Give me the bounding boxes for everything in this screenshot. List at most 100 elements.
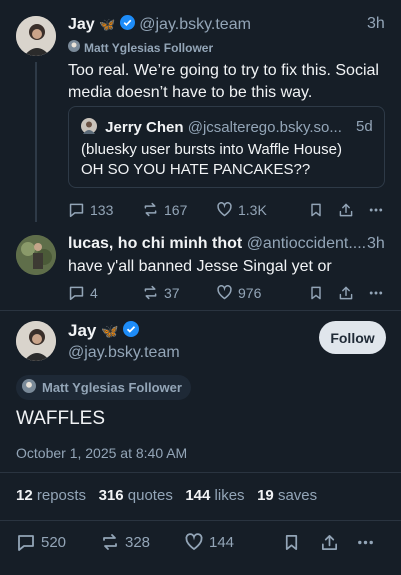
author-name[interactable]: Jay — [68, 16, 95, 33]
follower-avatar-icon — [22, 379, 36, 396]
heart-icon — [217, 202, 232, 217]
reposts-stat[interactable]: 12 reposts — [16, 487, 86, 504]
share-icon — [339, 286, 353, 299]
author-handle[interactable]: @jay.bsky.team — [68, 344, 180, 362]
share-icon — [339, 203, 353, 216]
reply-button[interactable]: 133 — [68, 201, 142, 218]
avatar[interactable] — [16, 16, 56, 56]
post-header: lucas, ho chi minh thot @antioccident...… — [68, 235, 366, 253]
author-handle[interactable]: @antioccident.... — [247, 235, 366, 252]
divider — [0, 472, 401, 473]
like-button[interactable]: 144 — [184, 532, 282, 552]
main-post-actions: 520 328 144 — [16, 532, 375, 552]
share-icon — [321, 534, 338, 550]
heart-icon — [217, 285, 232, 300]
repost-button[interactable]: 328 — [100, 532, 184, 552]
quotes-label: quotes — [127, 487, 173, 504]
post-text: have y'all banned Jesse Singal yet or — [68, 258, 332, 275]
author-name[interactable]: lucas, ho chi minh thot — [68, 235, 242, 252]
like-count: 144 — [209, 533, 235, 551]
post-text-line: Too real. We’re going to try to fix this… — [68, 62, 379, 79]
heart-icon — [185, 533, 203, 551]
divider — [0, 520, 401, 521]
repost-button[interactable]: 167 — [142, 201, 216, 218]
bookmark-button[interactable] — [308, 202, 338, 218]
follower-badge-label: Matt Yglesias Follower — [84, 40, 214, 55]
avatar[interactable] — [16, 235, 56, 275]
follow-button[interactable]: Follow — [319, 321, 386, 354]
post-actions: 133 167 1.3K — [68, 201, 384, 218]
reposts-label: reposts — [36, 487, 87, 504]
follower-badge[interactable]: Matt Yglesias Follower — [16, 375, 191, 400]
more-options-button[interactable] — [356, 533, 375, 552]
follower-avatar-icon — [68, 40, 80, 55]
quote-author-name: Jerry Chen — [105, 118, 184, 136]
more-options-button[interactable] — [368, 285, 384, 301]
saves-stat[interactable]: 19 saves — [257, 487, 317, 504]
bookmark-icon — [311, 203, 321, 216]
saves-label: saves — [277, 487, 318, 504]
like-count: 1.3K — [238, 201, 267, 218]
likes-stat[interactable]: 144 likes — [185, 487, 244, 504]
repost-count: 328 — [125, 533, 151, 551]
post-text: Too real. We’re going to try to fix this… — [68, 60, 379, 104]
saves-number: 19 — [257, 487, 274, 504]
share-button[interactable] — [338, 202, 368, 218]
repost-button[interactable]: 37 — [142, 284, 216, 301]
post-timestamp[interactable]: October 1, 2025 at 8:40 AM — [16, 445, 187, 461]
follower-badge[interactable]: Matt Yglesias Follower — [68, 40, 213, 55]
quote-text-line: (bluesky user bursts into Waffle House) — [81, 141, 342, 158]
more-options-button[interactable] — [368, 202, 384, 218]
share-button[interactable] — [320, 533, 356, 552]
quote-time: 5d — [356, 118, 373, 135]
like-button[interactable]: 1.3K — [216, 201, 308, 218]
thread-line — [35, 62, 37, 222]
reply-button[interactable]: 520 — [16, 532, 100, 552]
quotes-number: 316 — [98, 487, 124, 504]
quote-header: Jerry Chen @jcsalterego.bsky.so... — [81, 118, 342, 138]
reposts-number: 12 — [16, 487, 33, 504]
post-time[interactable]: 3h — [367, 235, 385, 253]
quote-avatar — [81, 118, 97, 138]
repost-icon — [144, 202, 157, 217]
bookmark-button[interactable] — [282, 533, 320, 552]
author-line: Jay 🦋 — [68, 321, 140, 342]
bookmark-button[interactable] — [308, 285, 338, 301]
likes-label: likes — [214, 487, 245, 504]
repost-icon — [144, 285, 157, 300]
butterfly-emoji: 🦋 — [99, 17, 116, 33]
like-count: 976 — [238, 284, 262, 301]
follower-badge-label: Matt Yglesias Follower — [42, 380, 182, 395]
divider — [0, 310, 401, 311]
post-text-line: media doesn’t have to be this way. — [68, 84, 313, 101]
butterfly-emoji: 🦋 — [101, 323, 119, 339]
post-header: Jay 🦋 @jay.bsky.team — [68, 15, 251, 35]
more-icon — [369, 208, 383, 211]
like-button[interactable]: 976 — [216, 284, 308, 301]
post-actions: 4 37 976 — [68, 284, 384, 301]
repost-count: 37 — [164, 284, 180, 301]
share-button[interactable] — [338, 285, 368, 301]
quoted-post[interactable]: Jerry Chen @jcsalterego.bsky.so... 5d (b… — [68, 106, 385, 188]
bookmark-icon — [285, 534, 298, 550]
quote-text-line: OH SO YOU HATE PANCAKES?? — [81, 161, 311, 178]
quote-author-handle: @jcsalterego.bsky.so... — [187, 118, 342, 136]
reply-count: 520 — [41, 533, 67, 551]
avatar[interactable] — [16, 321, 56, 361]
quotes-stat[interactable]: 316 quotes — [99, 487, 173, 504]
reply-count: 4 — [90, 284, 98, 301]
bookmark-icon — [311, 286, 321, 299]
reply-icon — [69, 203, 84, 218]
repost-icon — [103, 534, 117, 550]
likes-number: 144 — [185, 487, 211, 504]
engagement-stats: 12 reposts 316 quotes 144 likes 19 saves — [16, 487, 317, 504]
post-text: WAFFLES — [16, 408, 106, 429]
verified-icon — [119, 15, 135, 35]
reply-button[interactable]: 4 — [68, 284, 142, 301]
reply-count: 133 — [90, 201, 114, 218]
post-time[interactable]: 3h — [367, 15, 385, 33]
reply-icon — [18, 535, 34, 551]
author-handle[interactable]: @jay.bsky.team — [139, 16, 251, 33]
reply-icon — [69, 286, 84, 301]
author-name[interactable]: Jay — [68, 321, 96, 340]
